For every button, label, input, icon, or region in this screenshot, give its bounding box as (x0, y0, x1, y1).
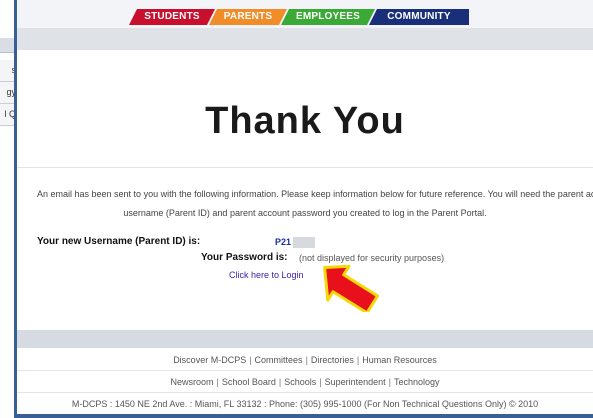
footer-band (17, 330, 593, 348)
footer-links-row2: Newsroom | School Board | Schools | Superinten… (17, 372, 593, 393)
separator: | (278, 377, 282, 387)
footer-link-human-resources[interactable]: Human Resources (362, 355, 437, 365)
footer-link-technology[interactable]: Technology (394, 377, 440, 387)
tab-community[interactable]: COMMUNITY (369, 9, 469, 25)
email-message-line1: An email has been sent to you with the f… (37, 189, 593, 199)
footer-links-row1: Discover M-DCPS | Committees | Directories | H… (17, 350, 593, 371)
tab-parents[interactable]: PARENTS (209, 9, 287, 25)
footer-link-committees[interactable]: Committees (255, 355, 303, 365)
footer-link-school-board[interactable]: School Board (222, 377, 276, 387)
footer-link-directories[interactable]: Directories (311, 355, 354, 365)
tab-students[interactable]: STUDENTS (129, 9, 215, 25)
top-navigation: STUDENTS PARENTS EMPLOYEES COMMUNITY (17, 0, 593, 29)
separator: | (305, 355, 308, 365)
separator: | (388, 377, 391, 387)
footer-address: M-DCPS : 1450 NE 2nd Ave. : Miami, FL 33… (17, 394, 593, 415)
red-arrow-icon (323, 264, 380, 312)
separator: | (216, 377, 219, 387)
email-message-line2: username (Parent ID) and parent account … (123, 208, 487, 218)
separator: | (319, 377, 322, 387)
separator: | (249, 355, 252, 365)
page-title: Thank You (205, 100, 405, 142)
browser-window: STUDENTS PARENTS EMPLOYEES COMMUNITY Tha… (14, 0, 593, 418)
separator: | (356, 355, 360, 365)
username-value: P21 (275, 237, 292, 247)
password-note: (not displayed for security purposes) (299, 253, 445, 263)
footer-link-schools[interactable]: Schools (284, 377, 316, 387)
footer-link-discover[interactable]: Discover M-DCPS (173, 355, 246, 365)
sub-header-bar (17, 28, 593, 50)
redacted-username-mask (293, 237, 315, 248)
username-row: Your new Username (Parent ID) is: P21 (37, 236, 593, 250)
window-bottom-bar (17, 414, 593, 418)
divider (17, 167, 593, 168)
password-row: Your Password is: (not displayed for sec… (17, 252, 593, 266)
username-label: Your new Username (Parent ID) is: (37, 236, 201, 247)
footer-link-superintendent[interactable]: Superintendent (325, 377, 386, 387)
password-label: Your Password is: (201, 252, 288, 263)
tab-employees[interactable]: EMPLOYEES (281, 9, 375, 25)
footer-link-newsroom[interactable]: Newsroom (170, 377, 213, 387)
login-link[interactable]: Click here to Login (229, 270, 304, 280)
